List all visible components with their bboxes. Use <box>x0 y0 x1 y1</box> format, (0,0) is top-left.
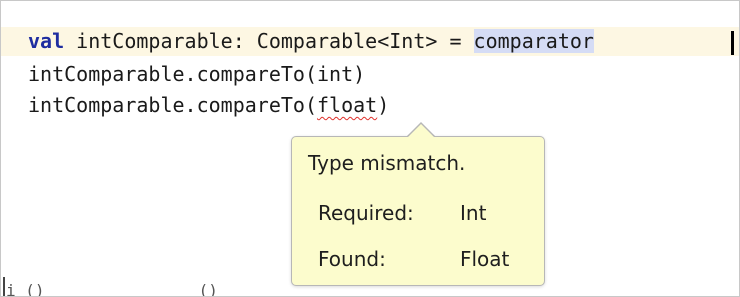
text-caret <box>731 31 734 55</box>
compare-to-call-prefix: intComparable.compareTo( <box>28 93 317 117</box>
selected-text-comparator[interactable]: comparator <box>473 29 594 53</box>
code-line-3[interactable]: intComparable.compareTo(float) <box>1 91 739 120</box>
gutter-marker <box>3 277 5 296</box>
code-line-1[interactable]: val intComparable: Comparable<Int> = com… <box>1 27 739 56</box>
required-type: Int <box>460 201 487 225</box>
type-mismatch-tooltip: Type mismatch. Required: Int Found: Floa… <box>291 136 545 286</box>
partial-code-line: i () () <box>6 281 218 297</box>
required-label: Required: <box>318 201 414 225</box>
tooltip-pointer-fill <box>407 124 435 138</box>
found-type: Float <box>460 247 510 271</box>
code-line-2[interactable]: intComparable.compareTo(int) <box>1 60 739 89</box>
tooltip-title: Type mismatch. <box>308 151 466 175</box>
compare-to-call-suffix: ) <box>377 93 390 117</box>
error-float-argument[interactable]: float <box>317 93 377 117</box>
required-row: Required: Int <box>318 201 486 225</box>
val-keyword: val <box>28 29 65 53</box>
found-row: Found: Float <box>318 247 509 271</box>
found-label: Found: <box>318 247 386 271</box>
compare-to-int-call: intComparable.compareTo(int) <box>28 62 366 86</box>
declaration-text: intComparable: Comparable<Int> = <box>64 29 474 53</box>
code-editor[interactable]: val intComparable: Comparable<Int> = com… <box>0 0 740 297</box>
